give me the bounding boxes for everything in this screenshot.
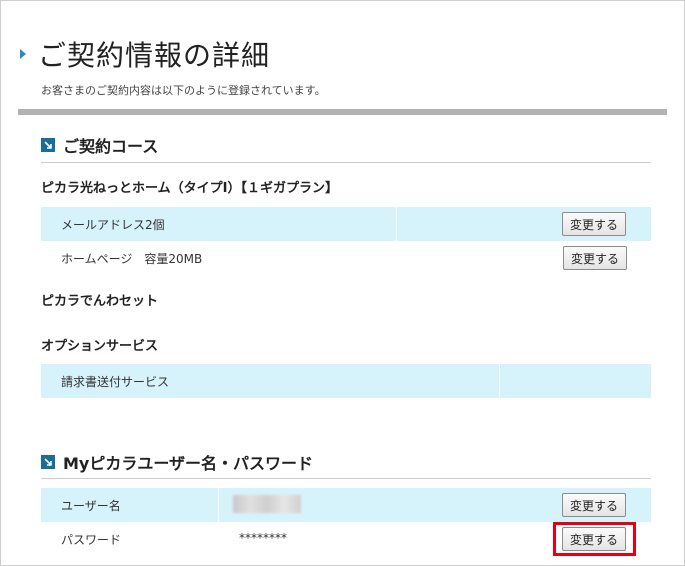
caret-right-icon	[20, 49, 26, 59]
section-title-account: Myピカラユーザー名・パスワード	[63, 454, 314, 473]
header-divider	[18, 109, 667, 115]
row-label: メールアドレス2個	[61, 218, 165, 232]
option-service-heading: オプションサービス	[41, 339, 159, 354]
section-heading-account: Myピカラユーザー名・パスワード	[41, 450, 313, 474]
change-mail-button[interactable]: 変更する	[562, 212, 627, 236]
arrow-down-right-icon	[41, 138, 55, 152]
course-item-row-mail: メールアドレス2個 変更する	[41, 207, 651, 241]
cell-divider	[396, 207, 397, 241]
row-label: ユーザー名	[61, 499, 121, 513]
section-title-course: ご契約コース	[63, 137, 159, 156]
username-value-redacted	[233, 495, 301, 513]
highlight-frame	[553, 522, 636, 556]
page-title: ご契約情報の詳細	[38, 39, 271, 72]
option-row-invoice: 請求書送付サービス	[41, 364, 651, 398]
change-username-button[interactable]: 変更する	[562, 493, 627, 517]
cell-divider	[499, 364, 500, 398]
phone-set-label: ピカラでんわセット	[41, 294, 159, 309]
row-label: パスワード	[61, 533, 122, 547]
change-homepage-button[interactable]: 変更する	[563, 246, 628, 270]
course-item-row-homepage: ホームページ 容量20MB 変更する	[41, 241, 651, 275]
section-rule	[41, 162, 651, 163]
row-label: ホームページ 容量20MB	[61, 252, 203, 266]
password-value: ********	[239, 531, 287, 545]
page-title-row: ご契約情報の詳細	[20, 34, 270, 74]
arrow-down-right-icon	[41, 455, 55, 469]
cell-divider	[218, 488, 219, 522]
section-rule	[41, 478, 651, 479]
row-label: 請求書送付サービス	[61, 375, 170, 389]
account-row-username: ユーザー名 変更する	[41, 488, 651, 522]
page-subtitle: お客さまのご契約内容は以下のように登録されています。	[41, 84, 326, 97]
section-heading-course: ご契約コース	[41, 133, 158, 157]
plan-name: ピカラ光ねっとホーム（タイプⅠ）【１ギガプラン】	[41, 181, 338, 196]
